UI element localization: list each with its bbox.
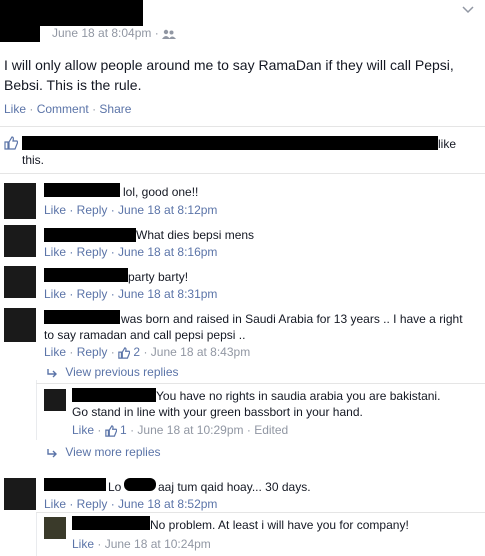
reply-actions: Like · June 18 at 10:24pm bbox=[72, 537, 211, 551]
divider bbox=[0, 173, 485, 174]
likes-text-line2: this. bbox=[22, 153, 45, 167]
comment-link[interactable]: Comment bbox=[37, 102, 89, 116]
thumbs-up-icon bbox=[104, 425, 117, 437]
reply-arrow-icon bbox=[47, 368, 57, 378]
likers-names-redacted[interactable] bbox=[22, 136, 438, 150]
commenter-name-redacted[interactable] bbox=[44, 228, 136, 242]
likes-text-end: like bbox=[438, 137, 457, 151]
commenter-avatar[interactable] bbox=[4, 308, 36, 342]
chevron-down-icon[interactable] bbox=[462, 6, 474, 14]
post-body: I will only allow people around me to sa… bbox=[4, 57, 454, 93]
reply-actions: Like · 1 · June 18 at 10:29pm · Edited bbox=[72, 423, 289, 437]
comment-text: party barty! bbox=[128, 270, 189, 284]
reply-time[interactable]: June 18 at 10:24pm bbox=[105, 537, 211, 551]
comment-likes-count[interactable]: 2 bbox=[133, 345, 140, 359]
comment-text: What dies bepsi mens bbox=[136, 228, 255, 242]
comment-time[interactable]: June 18 at 8:43pm bbox=[151, 345, 250, 359]
commenter-avatar[interactable] bbox=[4, 225, 36, 257]
comment-actions: Like · Reply · June 18 at 8:31pm bbox=[44, 287, 217, 301]
comment-text: lol, good one!! bbox=[123, 185, 199, 199]
commenter-avatar[interactable] bbox=[4, 266, 36, 298]
comment-text: aaj tum qaid hoay... 30 days. bbox=[158, 480, 311, 494]
reply-likes-count[interactable]: 1 bbox=[120, 423, 127, 437]
author-avatar[interactable] bbox=[0, 12, 40, 42]
divider bbox=[0, 126, 485, 127]
share-link[interactable]: Share bbox=[99, 102, 131, 116]
like-post-link[interactable]: Like bbox=[4, 102, 26, 116]
reply-arrow-icon bbox=[47, 448, 57, 458]
comment-text-line1: was born and raised in Saudi Arabia for … bbox=[121, 312, 463, 326]
replier-avatar[interactable] bbox=[44, 517, 66, 539]
comment-actions: Like · Reply · 2 · June 18 at 8:43pm bbox=[44, 345, 251, 359]
thumbs-up-icon bbox=[118, 347, 131, 359]
commenter-name-redacted[interactable] bbox=[44, 183, 120, 197]
view-more-replies[interactable]: View more replies bbox=[46, 445, 161, 459]
commenter-name-fragment: Lo bbox=[108, 480, 122, 494]
replier-name-redacted[interactable] bbox=[72, 388, 156, 402]
commenter-name-redacted[interactable] bbox=[44, 310, 120, 324]
comment-text-line2: to say ramadan and call pepsi pepsi .. bbox=[44, 328, 246, 342]
commenter-name-redacted[interactable] bbox=[44, 268, 128, 282]
comment-actions: Like · Reply · June 18 at 8:12pm bbox=[44, 203, 217, 217]
edited-label[interactable]: Edited bbox=[254, 423, 288, 437]
friends-audience-icon[interactable] bbox=[162, 29, 177, 39]
comment-actions-text[interactable]: Like · Reply · June 18 at 8:31pm bbox=[44, 287, 217, 301]
reply-text-line2: Go stand in line with your green bassbor… bbox=[72, 405, 363, 419]
divider bbox=[36, 383, 485, 384]
reply-like-link[interactable]: Like bbox=[72, 537, 94, 551]
view-previous-replies[interactable]: View previous replies bbox=[46, 365, 179, 379]
reply-time[interactable]: June 18 at 10:29pm bbox=[137, 423, 243, 437]
comment-actions: Like · Reply · June 18 at 8:52pm bbox=[44, 497, 217, 511]
comment-like-link[interactable]: Like bbox=[44, 345, 66, 359]
commenter-avatar[interactable] bbox=[4, 183, 36, 219]
comment-reply-link[interactable]: Reply bbox=[77, 345, 108, 359]
commenter-name-redacted[interactable] bbox=[124, 478, 156, 491]
commenter-name-redacted[interactable] bbox=[44, 478, 106, 491]
post-actions: Like · Comment · Share bbox=[4, 102, 132, 116]
post-timestamp[interactable]: June 18 at 8:04pm bbox=[52, 26, 151, 40]
thumbs-up-icon bbox=[4, 136, 18, 150]
commenter-avatar[interactable] bbox=[4, 478, 36, 510]
post-meta: June 18 at 8:04pm · bbox=[52, 26, 177, 40]
reply-text: No problem. At least i will have you for… bbox=[150, 518, 409, 532]
replier-name-redacted[interactable] bbox=[72, 516, 150, 530]
replier-avatar[interactable] bbox=[44, 389, 66, 411]
reply-like-link[interactable]: Like bbox=[72, 423, 94, 437]
comment-actions-text[interactable]: Like · Reply · June 18 at 8:16pm bbox=[44, 245, 217, 259]
comment-actions-text[interactable]: Like · Reply · June 18 at 8:12pm bbox=[44, 203, 217, 217]
reply-text-line1: You have no rights in saudia arabia you … bbox=[156, 389, 441, 403]
comment-actions: Like · Reply · June 18 at 8:16pm bbox=[44, 245, 217, 259]
divider bbox=[36, 512, 485, 513]
comment-actions-text[interactable]: Like · Reply · June 18 at 8:52pm bbox=[44, 497, 217, 511]
